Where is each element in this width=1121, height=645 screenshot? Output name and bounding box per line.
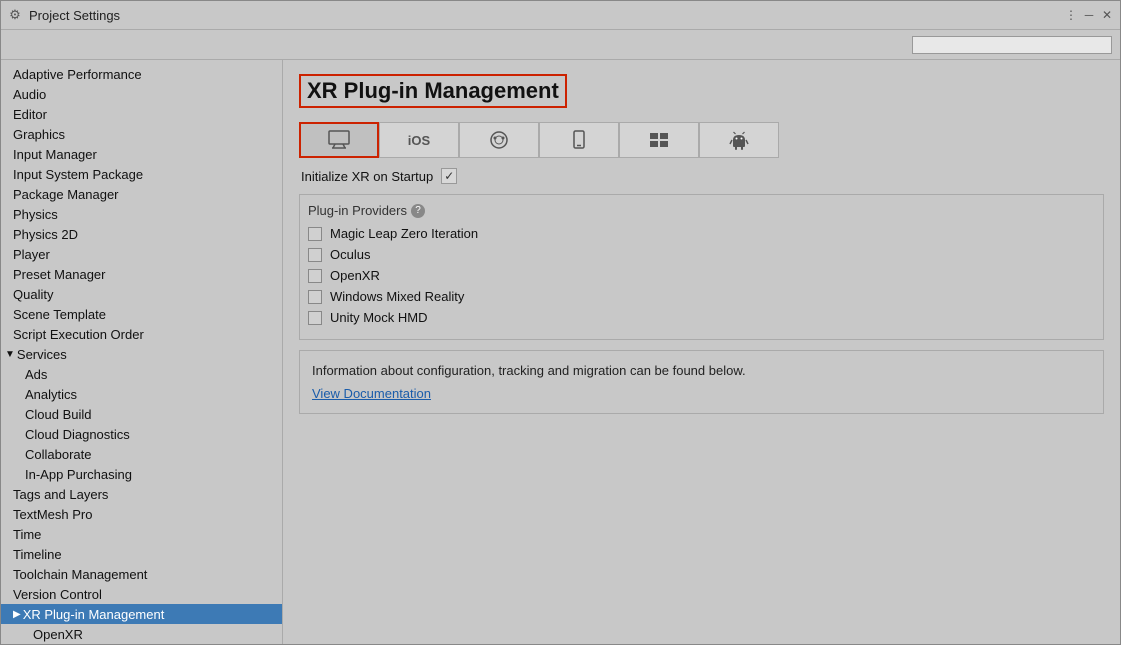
triangle-right-icon: ▶ <box>13 609 21 620</box>
main-content: Adaptive Performance Audio Editor Graphi… <box>1 60 1120 644</box>
title-bar: ⚙ Project Settings ⋮ ─ ✕ <box>1 1 1120 30</box>
init-xr-checkbox[interactable]: ✓ <box>441 168 457 184</box>
sidebar-item-preset-manager[interactable]: Preset Manager <box>1 264 282 284</box>
magic-leap-checkbox[interactable] <box>308 227 322 241</box>
sidebar-item-time[interactable]: Time <box>1 524 282 544</box>
sidebar-item-scene-template[interactable]: Scene Template <box>1 304 282 324</box>
window-title: Project Settings <box>29 8 120 23</box>
sidebar-item-graphics[interactable]: Graphics <box>1 124 282 144</box>
sidebar-item-toolchain-management[interactable]: Toolchain Management <box>1 564 282 584</box>
providers-label: Plug-in Providers <box>308 203 407 218</box>
unity-mock-hmd-checkbox[interactable] <box>308 311 322 325</box>
tab-android[interactable] <box>699 122 779 158</box>
sidebar-item-input-manager[interactable]: Input Manager <box>1 144 282 164</box>
openxr-checkbox[interactable] <box>308 269 322 283</box>
tab-gamepad[interactable] <box>459 122 539 158</box>
android-icon <box>727 130 751 150</box>
sidebar-item-quality[interactable]: Quality <box>1 284 282 304</box>
title-bar-controls: ⋮ ─ ✕ <box>1064 8 1114 22</box>
triangle-down-icon: ▼ <box>5 349 15 360</box>
windows-mixed-reality-checkbox[interactable] <box>308 290 322 304</box>
sidebar-item-cloud-diagnostics[interactable]: Cloud Diagnostics <box>1 424 282 444</box>
view-documentation-link[interactable]: View Documentation <box>312 386 431 401</box>
info-box: Information about configuration, trackin… <box>299 350 1104 414</box>
ios-label: iOS <box>408 133 430 148</box>
search-input[interactable] <box>912 36 1112 54</box>
sidebar-item-physics-2d[interactable]: Physics 2D <box>1 224 282 244</box>
provider-row-openxr: OpenXR <box>308 268 1095 283</box>
device-icon <box>567 130 591 150</box>
sidebar-services-toggle[interactable]: ▼ Services <box>1 344 282 364</box>
sidebar-item-tags-and-layers[interactable]: Tags and Layers <box>1 484 282 504</box>
windows-mixed-reality-label: Windows Mixed Reality <box>330 289 464 304</box>
tab-ios[interactable]: iOS <box>379 122 459 158</box>
sidebar-item-textmesh-pro[interactable]: TextMesh Pro <box>1 504 282 524</box>
sidebar-item-version-control[interactable]: Version Control <box>1 584 282 604</box>
window-icon: ⚙ <box>7 7 23 23</box>
sidebar-item-timeline[interactable]: Timeline <box>1 544 282 564</box>
oculus-label: Oculus <box>330 247 370 262</box>
title-bar-left: ⚙ Project Settings <box>7 7 120 23</box>
providers-title: Plug-in Providers ? <box>308 203 1095 218</box>
search-bar <box>1 30 1120 60</box>
sidebar-item-input-system-package[interactable]: Input System Package <box>1 164 282 184</box>
sidebar-item-in-app-purchasing[interactable]: In-App Purchasing <box>1 464 282 484</box>
sidebar-item-analytics[interactable]: Analytics <box>1 384 282 404</box>
tab-standalone[interactable] <box>299 122 379 158</box>
sidebar-item-openxr[interactable]: OpenXR <box>1 624 282 644</box>
sidebar-item-physics[interactable]: Physics <box>1 204 282 224</box>
provider-row-oculus: Oculus <box>308 247 1095 262</box>
gamepad-icon <box>487 130 511 150</box>
sidebar-services-label: Services <box>17 347 67 362</box>
unity-mock-hmd-label: Unity Mock HMD <box>330 310 428 325</box>
sidebar-item-audio[interactable]: Audio <box>1 84 282 104</box>
sidebar: Adaptive Performance Audio Editor Graphi… <box>1 60 283 644</box>
provider-row-unity-mock-hmd: Unity Mock HMD <box>308 310 1095 325</box>
desktop-icon <box>327 130 351 150</box>
sidebar-item-script-execution-order[interactable]: Script Execution Order <box>1 324 282 344</box>
init-xr-row: Initialize XR on Startup ✓ <box>299 168 1104 184</box>
sidebar-item-xr-label: XR Plug-in Management <box>23 607 165 622</box>
menu-button[interactable]: ⋮ <box>1064 8 1078 22</box>
windows-icon <box>647 130 671 150</box>
info-text: Information about configuration, trackin… <box>312 363 1091 378</box>
content-area: XR Plug-in Management iOS <box>283 60 1120 644</box>
provider-row-windows-mixed-reality: Windows Mixed Reality <box>308 289 1095 304</box>
sidebar-item-package-manager[interactable]: Package Manager <box>1 184 282 204</box>
provider-row-magic-leap: Magic Leap Zero Iteration <box>308 226 1095 241</box>
sidebar-item-cloud-build[interactable]: Cloud Build <box>1 404 282 424</box>
checkmark-icon: ✓ <box>444 169 454 183</box>
sidebar-item-editor[interactable]: Editor <box>1 104 282 124</box>
sidebar-item-adaptive-performance[interactable]: Adaptive Performance <box>1 64 282 84</box>
sidebar-item-collaborate[interactable]: Collaborate <box>1 444 282 464</box>
platform-tabs: iOS <box>299 122 1104 158</box>
project-settings-window: ⚙ Project Settings ⋮ ─ ✕ Adaptive Perfor… <box>0 0 1121 645</box>
magic-leap-label: Magic Leap Zero Iteration <box>330 226 478 241</box>
tab-lumin[interactable] <box>539 122 619 158</box>
oculus-checkbox[interactable] <box>308 248 322 262</box>
sidebar-item-xr-plugin-management[interactable]: ▶ XR Plug-in Management <box>1 604 282 624</box>
help-icon[interactable]: ? <box>411 204 425 218</box>
openxr-label: OpenXR <box>330 268 380 283</box>
tab-windows[interactable] <box>619 122 699 158</box>
init-xr-label: Initialize XR on Startup <box>301 169 433 184</box>
minimize-button[interactable]: ─ <box>1082 8 1096 22</box>
close-button[interactable]: ✕ <box>1100 8 1114 22</box>
sidebar-item-ads[interactable]: Ads <box>1 364 282 384</box>
providers-box: Plug-in Providers ? Magic Leap Zero Iter… <box>299 194 1104 340</box>
sidebar-item-player[interactable]: Player <box>1 244 282 264</box>
page-title: XR Plug-in Management <box>299 74 567 108</box>
